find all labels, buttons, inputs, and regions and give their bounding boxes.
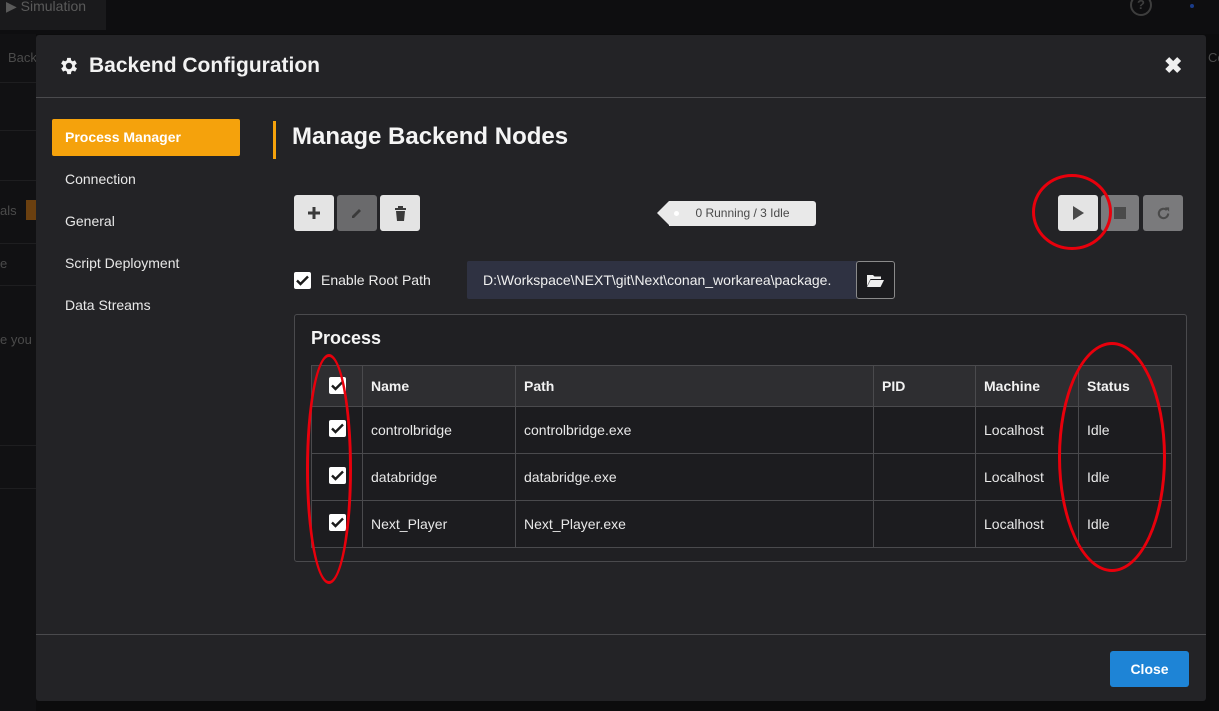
cell-pid: [873, 406, 976, 454]
delete-node-button[interactable]: [380, 195, 420, 231]
column-header-path[interactable]: Path: [515, 365, 874, 407]
enable-root-path-label: Enable Root Path: [321, 272, 431, 288]
refresh-icon: [1157, 206, 1169, 219]
table-row[interactable]: Next_Player Next_Player.exe Localhost Id…: [311, 500, 1172, 548]
dialog-title: Backend Configuration: [89, 54, 321, 77]
table-row[interactable]: databridge databridge.exe Localhost Idle: [311, 453, 1172, 501]
background-dot: [1190, 4, 1194, 8]
edit-node-button[interactable]: [337, 195, 377, 231]
table-row[interactable]: controlbridge controlbridge.exe Localhos…: [311, 406, 1172, 454]
restart-button[interactable]: [1143, 195, 1183, 231]
add-node-button[interactable]: [294, 195, 334, 231]
root-path-input[interactable]: D:\Workspace\NEXT\git\Next\conan_workare…: [467, 261, 857, 299]
enable-root-path-checkbox[interactable]: [294, 272, 311, 289]
cell-name: Next_Player: [362, 500, 516, 548]
column-header-name[interactable]: Name: [362, 365, 516, 407]
folder-open-icon: [867, 274, 884, 287]
cell-path: databridge.exe: [515, 453, 874, 501]
background-text: Co: [1208, 50, 1219, 65]
nav-item-general[interactable]: General: [52, 203, 240, 240]
backend-configuration-dialog: Backend Configuration ✖ Process Manager …: [36, 35, 1206, 701]
background-text: Back: [8, 50, 37, 65]
background-tab-simulation: ▶ Simulation: [0, 0, 106, 30]
page-title: Manage Backend Nodes: [273, 121, 568, 159]
cell-name: databridge: [362, 453, 516, 501]
cell-path: controlbridge.exe: [515, 406, 874, 454]
close-icon[interactable]: ✖: [1164, 55, 1182, 77]
trash-icon: [394, 205, 406, 221]
process-panel-title: Process: [311, 328, 382, 348]
background-divider: [0, 243, 36, 244]
annotation-circle-play: [1032, 174, 1112, 250]
background-orange-tag: [26, 200, 36, 220]
background-divider: [0, 285, 36, 286]
background-topbar: [0, 0, 1219, 34]
browse-folder-button[interactable]: [856, 261, 895, 299]
background-divider: [0, 445, 36, 446]
dialog-header: Backend Configuration ✖: [36, 35, 1206, 98]
nav-item-data-streams[interactable]: Data Streams: [52, 287, 240, 324]
process-table: Name Path PID Machine Status controlbrid…: [311, 365, 1172, 548]
nav-item-connection[interactable]: Connection: [52, 161, 240, 198]
close-button[interactable]: Close: [1110, 651, 1189, 687]
column-header-pid[interactable]: PID: [873, 365, 976, 407]
stop-icon: [1114, 207, 1126, 219]
column-header-machine[interactable]: Machine: [975, 365, 1079, 407]
settings-nav: Process Manager Connection General Scrip…: [52, 119, 240, 329]
table-header-row: Name Path PID Machine Status: [311, 365, 1172, 407]
annotation-ellipse-status: [1058, 342, 1166, 572]
background-text: e you l: [0, 332, 39, 347]
background-divider: [0, 488, 36, 489]
annotation-ellipse-checkboxes: [306, 354, 352, 584]
cell-pid: [873, 453, 976, 501]
nav-item-process-manager[interactable]: Process Manager: [52, 119, 240, 156]
nav-item-script-deployment[interactable]: Script Deployment: [52, 245, 240, 282]
process-status-badge: 0 Running / 3 Idle: [657, 201, 816, 226]
process-panel: Process Name Path PID Machine Status con…: [294, 314, 1187, 562]
background-text: als: [0, 203, 17, 218]
background-divider: [0, 130, 36, 131]
dialog-footer-divider: [36, 634, 1206, 635]
plus-icon: [308, 207, 320, 219]
gear-icon: [61, 57, 77, 75]
cell-name: controlbridge: [362, 406, 516, 454]
cell-path: Next_Player.exe: [515, 500, 874, 548]
pencil-icon: [352, 209, 361, 218]
background-sidebar: [0, 34, 36, 711]
background-text: e: [0, 256, 8, 271]
background-divider: [0, 82, 36, 83]
cell-pid: [873, 500, 976, 548]
checkmark-icon: [296, 275, 309, 286]
background-divider: [0, 180, 36, 181]
